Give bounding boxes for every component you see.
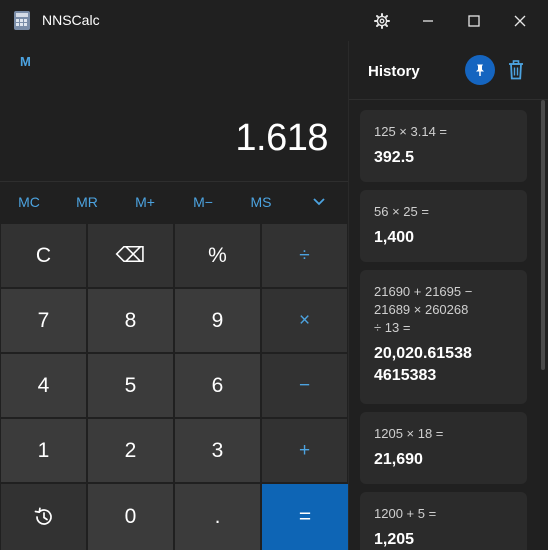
history-panel: History 125 × 3.14 = 392.5 56 × 25 = 1,4 bbox=[348, 41, 548, 550]
equals-button[interactable]: = bbox=[262, 484, 348, 550]
seven-button[interactable]: 7 bbox=[1, 289, 86, 352]
window-title: NNSCalc bbox=[42, 12, 100, 28]
history-item[interactable]: 21690 + 21695 − 21689 × 260268 ÷ 13 = 20… bbox=[360, 270, 527, 404]
history-result: 1,205 bbox=[374, 531, 415, 548]
close-icon bbox=[514, 15, 526, 26]
memory-add-button[interactable]: M+ bbox=[116, 182, 174, 222]
nine-button[interactable]: 9 bbox=[175, 289, 260, 352]
backspace-icon: ⌫ bbox=[115, 244, 146, 267]
minimize-icon bbox=[423, 19, 433, 22]
four-button[interactable]: 4 bbox=[1, 354, 86, 417]
history-scrollbar[interactable] bbox=[541, 100, 545, 370]
memory-recall-button[interactable]: MR bbox=[58, 182, 116, 222]
minimize-button[interactable] bbox=[405, 0, 451, 41]
settings-button[interactable] bbox=[359, 0, 405, 41]
calculator-display: 1.618 bbox=[235, 117, 328, 159]
pin-history-button[interactable] bbox=[465, 55, 495, 85]
history-expression: 125 × 3.14 = bbox=[374, 124, 448, 139]
chevron-down-icon bbox=[313, 198, 325, 206]
history-item[interactable]: 56 × 25 = 1,400 bbox=[360, 190, 527, 262]
memory-dropdown-button[interactable] bbox=[290, 182, 348, 222]
three-button[interactable]: 3 bbox=[175, 419, 260, 482]
keypad: C ⌫ % ÷ 7 8 9 × 4 5 6 − 1 2 3 + 0 . = bbox=[0, 223, 348, 550]
history-item[interactable]: 1200 + 5 = 1,205 bbox=[360, 492, 527, 550]
clear-history-button[interactable] bbox=[505, 57, 527, 83]
multiply-button[interactable]: × bbox=[262, 289, 347, 352]
memory-store-button[interactable]: MS bbox=[232, 182, 290, 222]
memory-subtract-button[interactable]: M− bbox=[174, 182, 232, 222]
pin-icon bbox=[476, 64, 484, 76]
history-expression: 1200 + 5 = bbox=[374, 506, 437, 521]
history-header: History bbox=[349, 41, 548, 99]
five-button[interactable]: 5 bbox=[88, 354, 173, 417]
plus-button[interactable]: + bbox=[262, 419, 347, 482]
memory-clear-button[interactable]: MC bbox=[0, 182, 58, 222]
memory-indicator: M bbox=[20, 54, 31, 69]
one-button[interactable]: 1 bbox=[1, 419, 86, 482]
minus-button[interactable]: − bbox=[262, 354, 347, 417]
history-result: 20,020.61538 4615383 bbox=[374, 345, 472, 384]
six-button[interactable]: 6 bbox=[175, 354, 260, 417]
history-item[interactable]: 1205 × 18 = 21,690 bbox=[360, 412, 527, 484]
divide-button[interactable]: ÷ bbox=[262, 224, 347, 287]
title-bar: NNSCalc bbox=[0, 0, 548, 41]
eight-button[interactable]: 8 bbox=[88, 289, 173, 352]
close-button[interactable] bbox=[497, 0, 543, 41]
history-expression: 1205 × 18 = bbox=[374, 426, 444, 441]
history-button[interactable] bbox=[1, 484, 86, 550]
zero-button[interactable]: 0 bbox=[88, 484, 173, 550]
maximize-icon bbox=[468, 14, 480, 27]
history-result: 392.5 bbox=[374, 149, 415, 166]
percent-button[interactable]: % bbox=[175, 224, 260, 287]
history-icon bbox=[34, 507, 52, 525]
history-result: 21,690 bbox=[374, 451, 423, 468]
history-title: History bbox=[368, 63, 420, 80]
history-list: 125 × 3.14 = 392.5 56 × 25 = 1,400 21690… bbox=[349, 100, 548, 550]
history-expression: 56 × 25 = bbox=[374, 204, 429, 219]
history-result: 1,400 bbox=[374, 229, 415, 246]
gear-icon bbox=[374, 12, 390, 29]
decimal-button[interactable]: . bbox=[175, 484, 260, 550]
memory-row: MC MR M+ M− MS bbox=[0, 182, 348, 222]
backspace-button[interactable]: ⌫ bbox=[88, 224, 173, 287]
two-button[interactable]: 2 bbox=[88, 419, 173, 482]
calculator-app-icon bbox=[14, 11, 30, 30]
history-item[interactable]: 125 × 3.14 = 392.5 bbox=[360, 110, 527, 182]
calculator-panel: M 1.618 MC MR M+ M− MS C ⌫ % ÷ 7 8 9 × 4… bbox=[0, 41, 348, 550]
maximize-button[interactable] bbox=[451, 0, 497, 41]
trash-icon bbox=[509, 60, 523, 80]
history-expression: 21690 + 21695 − 21689 × 260268 ÷ 13 = bbox=[374, 284, 473, 335]
clear-button[interactable]: C bbox=[1, 224, 86, 287]
